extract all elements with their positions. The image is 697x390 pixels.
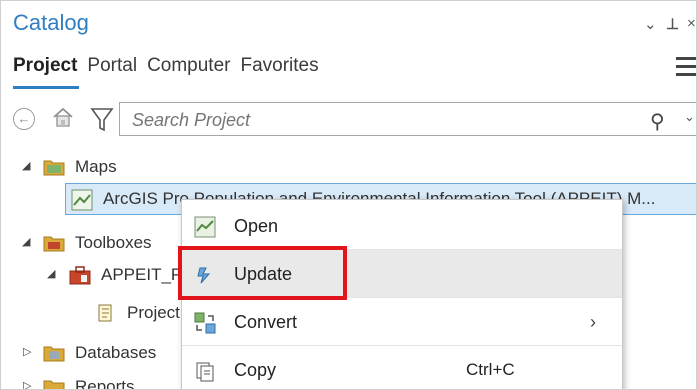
- tab-portal[interactable]: Portal: [87, 55, 137, 83]
- folder-icon: [43, 157, 65, 177]
- map-icon: [71, 189, 93, 211]
- open-map-icon: [194, 216, 216, 238]
- menu-label-open: Open: [234, 215, 279, 236]
- tree-item-toolboxes[interactable]: Toolboxes: [43, 227, 152, 259]
- toolbox-expand-chevron-icon[interactable]: ◢: [47, 267, 55, 280]
- pane-options-chevron-icon[interactable]: ⌄: [644, 15, 657, 33]
- search-icon[interactable]: ⚲: [650, 109, 665, 134]
- title-bar: Catalog ⌄ ⊥ ×: [1, 1, 696, 45]
- tab-favorites[interactable]: Favorites: [240, 55, 318, 83]
- back-arrow-icon[interactable]: ←: [13, 108, 35, 130]
- tree-label-maps: Maps: [75, 157, 117, 176]
- menu-label-copy: Copy: [234, 359, 277, 380]
- menu-item-copy[interactable]: Copy Ctrl+C: [182, 346, 622, 389]
- search-dropdown-chevron-icon[interactable]: ⌄: [684, 109, 695, 125]
- menu-item-open[interactable]: Open: [182, 202, 622, 250]
- database-folder-icon: [43, 343, 65, 363]
- copy-icon: [194, 360, 216, 382]
- reports-expand-chevron-icon[interactable]: ▷: [23, 379, 31, 389]
- convert-icon: [194, 312, 216, 334]
- toolboxes-expand-chevron-icon[interactable]: ◢: [22, 235, 30, 248]
- submenu-chevron-right-icon: ›: [590, 311, 596, 332]
- menu-icon[interactable]: [676, 57, 696, 81]
- maps-expand-chevron-icon[interactable]: ◢: [22, 159, 30, 172]
- active-tab-underline: [13, 86, 79, 89]
- tree-item-project-script[interactable]: Project: [95, 297, 180, 329]
- home-icon[interactable]: [51, 105, 75, 129]
- reports-folder-icon: [43, 377, 65, 389]
- catalog-tabs: Project Portal Computer Favorites: [13, 55, 319, 83]
- pane-title: Catalog: [13, 10, 89, 35]
- menu-shortcut-copy: Ctrl+C: [466, 360, 515, 379]
- pin-icon[interactable]: ⊥: [666, 15, 679, 33]
- menu-label-convert: Convert: [234, 311, 298, 332]
- script-icon: [95, 303, 117, 323]
- tree-item-reports[interactable]: Reports: [43, 371, 135, 390]
- catalog-pane: Catalog ⌄ ⊥ × Project Portal Computer Fa…: [0, 0, 697, 390]
- tab-computer[interactable]: Computer: [147, 55, 230, 83]
- tree-item-toolbox[interactable]: APPEIT_Pro: [69, 259, 197, 291]
- menu-item-convert[interactable]: Convert ›: [182, 298, 622, 346]
- tree-item-maps[interactable]: Maps: [43, 151, 117, 183]
- tab-project[interactable]: Project: [13, 55, 77, 83]
- menu-item-update[interactable]: Update: [182, 250, 622, 298]
- tree-label-toolboxes: Toolboxes: [75, 233, 152, 252]
- search-input[interactable]: [130, 107, 614, 133]
- menu-label-update: Update: [234, 263, 293, 284]
- filter-icon[interactable]: [87, 102, 117, 136]
- tree-label-project: Project: [127, 303, 180, 322]
- search-box: ⚲ ⌄: [119, 102, 696, 136]
- tree-item-databases[interactable]: Databases: [43, 337, 156, 369]
- update-icon: [194, 264, 216, 286]
- context-menu: Open Update Convert › Copy Ctrl+C: [181, 199, 623, 389]
- tree-label-databases: Databases: [75, 343, 157, 362]
- databases-expand-chevron-icon[interactable]: ▷: [23, 345, 31, 358]
- tree-label-reports: Reports: [75, 377, 135, 390]
- close-icon[interactable]: ×: [687, 15, 696, 32]
- toolbox-folder-icon: [43, 233, 65, 253]
- toolbox-icon: [69, 265, 91, 285]
